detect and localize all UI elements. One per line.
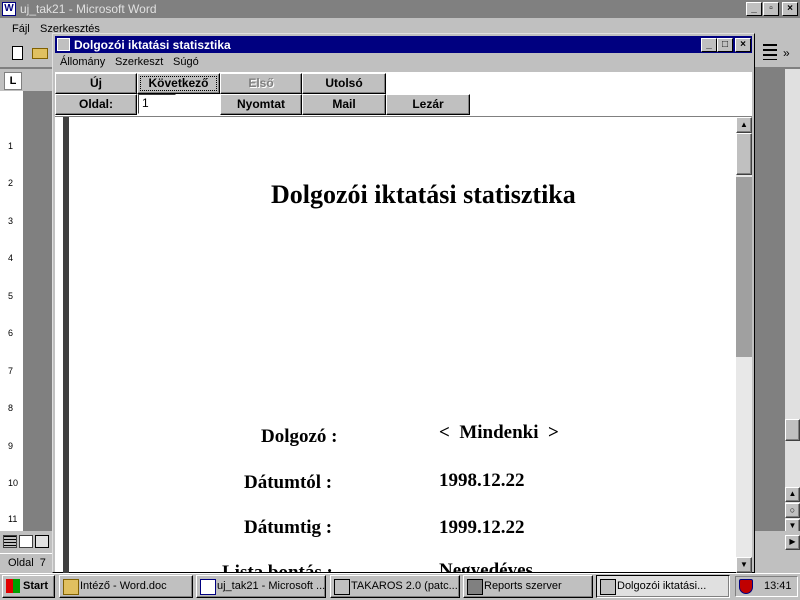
word-hscroll-right: ▶ (755, 531, 800, 573)
status-page-number: Oldal 7 (8, 557, 46, 569)
takaros-icon (334, 579, 350, 595)
report-icon (600, 579, 616, 595)
report-scroll-thumb[interactable] (736, 133, 752, 175)
vertical-ruler: 1 2 3 4 5 6 7 8 9 10 11 (0, 91, 24, 531)
ruler-number: 9 (8, 441, 14, 451)
dialog-button-area: Új Következő Első Utolsó Oldal: 1 Nyomta… (55, 72, 752, 116)
shield-icon[interactable] (739, 579, 753, 594)
dialog-title-text: Dolgozói iktatási statisztika (74, 38, 231, 52)
word-vertical-scrollbar[interactable]: ▲ ○ ▼ (785, 69, 800, 549)
scroll-track[interactable] (736, 177, 752, 357)
word-status-bar: Oldal 7 (0, 553, 52, 573)
scroll-up-arrow[interactable]: ▲ (736, 117, 752, 133)
next-record-button[interactable]: Következő (137, 73, 220, 94)
toolbar-more-icon[interactable]: » (783, 46, 793, 60)
word-restore-button[interactable]: ▫ (763, 2, 779, 16)
dialog-maximize-button[interactable]: □ (717, 38, 733, 52)
ruler-number: 8 (8, 403, 14, 413)
word-title-text: uj_tak21 - Microsoft Word (20, 2, 157, 16)
dialog-menu-bar: Állomány Szerkeszt Súgó (55, 53, 752, 71)
clock[interactable]: 13:41 (764, 580, 792, 592)
mail-button[interactable]: Mail (302, 94, 386, 115)
prev-page-icon[interactable]: ▲ (785, 487, 800, 502)
dialog-menu-edit[interactable]: Szerkeszt (115, 56, 163, 68)
report-heading: Dolgozói iktatási statisztika (271, 180, 576, 209)
bullet-list-icon[interactable] (763, 44, 777, 60)
scroll-down-arrow[interactable]: ▼ (736, 557, 752, 573)
word-app-icon[interactable]: W (2, 2, 16, 16)
dialog-menu-help[interactable]: Súgó (173, 56, 199, 68)
word-left-gray (24, 91, 52, 531)
date-to-label: Dátumtig : (244, 517, 333, 538)
report-view: Dolgozói iktatási statisztika Dolgozó : … (55, 116, 752, 583)
taskbar-item-word[interactable]: uj_tak21 - Microsoft ... (196, 575, 326, 598)
report-vertical-scrollbar[interactable]: ▲ ▼ (736, 117, 752, 573)
normal-view-icon[interactable] (3, 535, 17, 548)
employee-label: Dolgozó : (261, 426, 338, 447)
system-tray: 13:41 (735, 576, 798, 597)
online-view-icon[interactable] (19, 535, 33, 548)
word-right-gray (755, 69, 785, 549)
ruler-number: 2 (8, 178, 14, 188)
tab-stop-selector[interactable]: L (4, 72, 22, 90)
start-button[interactable]: Start (2, 575, 55, 598)
page-label: Oldal: (55, 94, 137, 115)
dialog-app-icon (57, 38, 70, 51)
word-minimize-button[interactable]: _ (746, 2, 762, 16)
reports-server-icon (467, 579, 483, 595)
new-document-icon[interactable] (12, 46, 23, 60)
dialog-minimize-button[interactable]: _ (701, 38, 717, 52)
new-record-button[interactable]: Új (55, 73, 137, 94)
last-record-button[interactable]: Utolsó (302, 73, 386, 94)
taskbar-item-explorer[interactable]: Intéző - Word.doc (59, 575, 193, 598)
employee-value: < Mindenki > (439, 422, 559, 443)
page-left-edge (63, 117, 69, 573)
taskbar-item-report-active[interactable]: Dolgozói iktatási... (596, 575, 730, 598)
ruler-number: 11 (8, 514, 18, 524)
ruler-number: 4 (8, 253, 14, 263)
dialog-title-bar[interactable]: Dolgozói iktatási statisztika _ □ × (55, 36, 752, 53)
word-icon (200, 579, 216, 595)
ruler-number: 6 (8, 328, 14, 338)
taskbar-item-label: Reports szerver (484, 580, 562, 592)
dialog-menu-file[interactable]: Állomány (60, 56, 105, 68)
date-to-value: 1999.12.22 (439, 517, 525, 538)
word-view-bar (0, 531, 52, 553)
page-layout-view-icon[interactable] (35, 535, 49, 548)
ruler-number: 10 (8, 478, 19, 488)
dialog-close-button[interactable]: × (735, 38, 751, 52)
taskbar-item-reports-server[interactable]: Reports szerver (463, 575, 593, 598)
taskbar-item-label: uj_tak21 - Microsoft ... (217, 580, 326, 592)
page-number-input[interactable]: 1 (138, 94, 176, 114)
browse-object-icon[interactable]: ○ (785, 503, 800, 518)
ruler-number: 3 (8, 216, 14, 226)
taskbar-item-label: TAKAROS 2.0 (patc... (351, 580, 458, 592)
taskbar-item-label: Intéző - Word.doc (80, 580, 167, 592)
word-title-bar: W uj_tak21 - Microsoft Word _ ▫ × (0, 0, 800, 18)
taskbar-item-label: Dolgozói iktatási... (617, 580, 707, 592)
report-dialog: Dolgozói iktatási statisztika _ □ × Állo… (52, 33, 755, 583)
ruler-number: 7 (8, 366, 14, 376)
word-scroll-thumb[interactable] (785, 419, 800, 441)
word-menu-file[interactable]: Fájl (12, 23, 30, 35)
close-report-button[interactable]: Lezár (386, 94, 470, 115)
start-label: Start (23, 580, 49, 592)
word-hscroll-right-arrow[interactable]: ▶ (785, 535, 800, 550)
first-record-button[interactable]: Első (220, 73, 302, 94)
taskbar-item-takaros[interactable]: TAKAROS 2.0 (patc... (330, 575, 460, 598)
windows-logo-icon (6, 579, 20, 593)
ruler-number: 1 (8, 141, 14, 151)
print-button[interactable]: Nyomtat (220, 94, 302, 115)
date-from-value: 1998.12.22 (439, 470, 525, 491)
open-folder-icon[interactable] (32, 48, 48, 59)
word-close-button[interactable]: × (782, 2, 798, 16)
explorer-icon (63, 579, 79, 595)
ruler-number: 5 (8, 291, 14, 301)
date-from-label: Dátumtól : (244, 472, 333, 493)
